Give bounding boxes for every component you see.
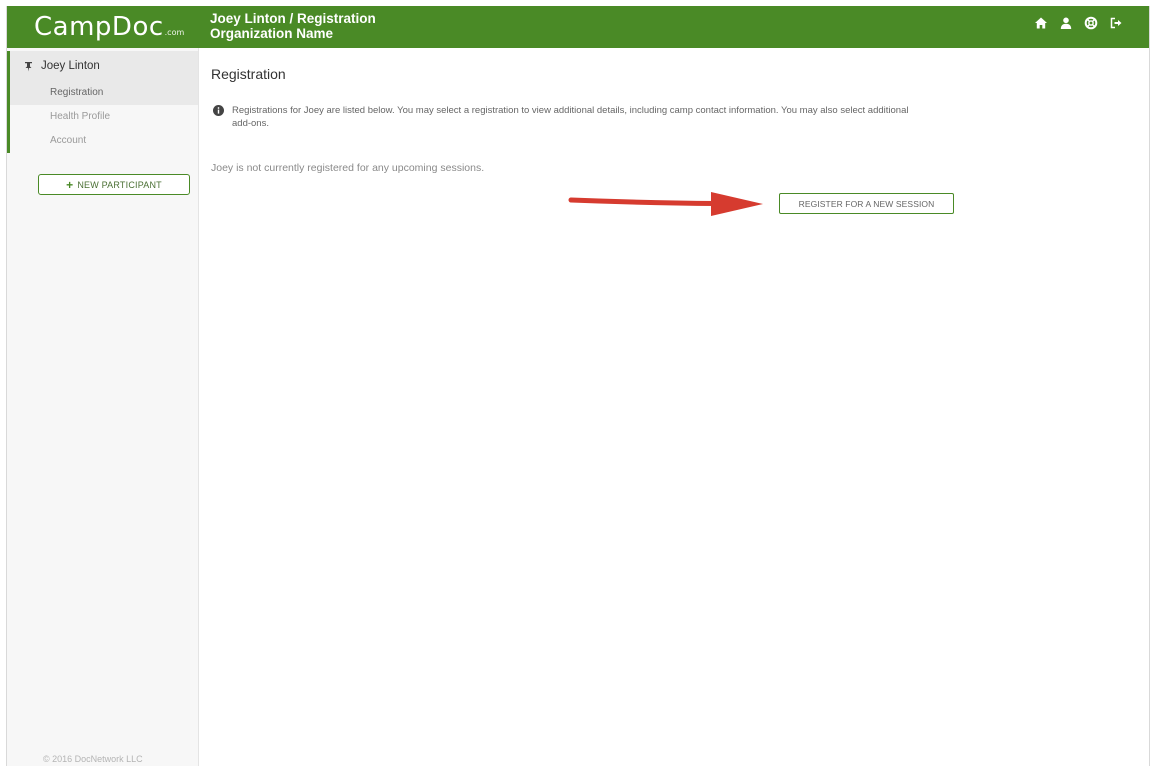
help-icon[interactable] — [1084, 16, 1098, 30]
info-icon — [213, 105, 224, 116]
sidebar-item-registration[interactable]: Registration — [10, 81, 198, 105]
sidebar-item-health-profile[interactable]: Health Profile — [10, 105, 198, 129]
app-window: CampDoc.com Joey Linton / Registration O… — [6, 6, 1150, 766]
logo-suffix: .com — [164, 28, 185, 37]
logout-icon[interactable] — [1109, 16, 1123, 30]
participant-subnav: Registration Health Profile Account — [7, 81, 198, 153]
campdoc-logo[interactable]: CampDoc.com — [34, 12, 184, 48]
header-titles: Joey Linton / Registration Organization … — [210, 11, 376, 41]
pin-icon — [25, 61, 32, 71]
info-message: Registrations for Joey are listed below.… — [213, 104, 912, 130]
logo-text: CampDoc — [34, 12, 164, 42]
plus-icon: + — [66, 177, 74, 192]
red-arrow-annotation — [568, 192, 763, 216]
info-text: Registrations for Joey are listed below.… — [232, 105, 909, 129]
new-participant-button[interactable]: + NEW PARTICIPANT — [38, 174, 190, 195]
main-content: Registration Registrations for Joey are … — [199, 48, 1151, 766]
participant-name: Joey Linton — [41, 60, 100, 72]
registration-status: Joey is not currently registered for any… — [211, 162, 485, 174]
breadcrumb: Joey Linton / Registration — [210, 11, 376, 26]
sidebar-item-account[interactable]: Account — [10, 129, 198, 153]
page-title: Registration — [211, 66, 286, 82]
home-icon[interactable] — [1034, 16, 1048, 30]
new-participant-label: NEW PARTICIPANT — [77, 179, 162, 190]
copyright: © 2016 DocNetwork LLC — [43, 754, 143, 764]
register-new-session-button[interactable]: REGISTER FOR A NEW SESSION — [779, 193, 954, 214]
top-nav-icons — [1034, 16, 1123, 30]
participant-header[interactable]: Joey Linton — [7, 51, 198, 81]
sidebar: Joey Linton Registration Health Profile … — [7, 48, 199, 766]
user-icon[interactable] — [1059, 16, 1073, 30]
organization-name: Organization Name — [210, 26, 334, 41]
top-bar: CampDoc.com Joey Linton / Registration O… — [7, 6, 1149, 48]
